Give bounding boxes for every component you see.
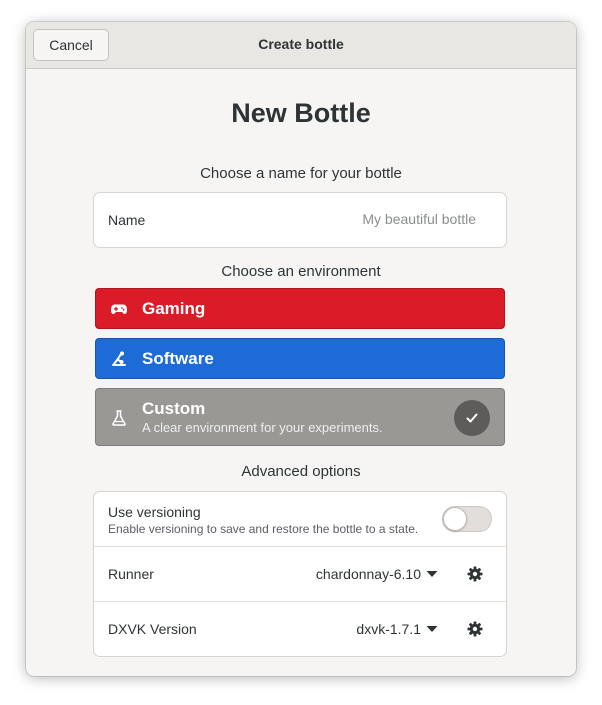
custom-subtitle: A clear environment for your experiments… (142, 420, 383, 435)
name-card: Name (93, 192, 507, 248)
dxvk-value: dxvk-1.7.1 (356, 621, 421, 637)
runner-label: Runner (108, 566, 154, 582)
flask-icon (112, 410, 126, 426)
page-title: New Bottle (231, 98, 371, 128)
environment-section-label: Choose an environment (221, 263, 381, 280)
toggle-knob (443, 507, 467, 531)
runner-gear-icon[interactable] (466, 565, 484, 583)
software-icon (112, 351, 126, 366)
window-title: Create bottle (258, 36, 344, 52)
advanced-section-label: Advanced options (241, 463, 361, 480)
dxvk-row: DXVK Version dxvk-1.7.1 (94, 602, 506, 657)
environment-custom-button[interactable]: Custom A clear environment for your expe… (95, 388, 505, 446)
software-title: Software (142, 349, 214, 368)
dxvk-dropdown[interactable]: dxvk-1.7.1 (356, 621, 438, 637)
versioning-toggle[interactable] (442, 506, 492, 532)
runner-row: Runner chardonnay-6.10 (94, 547, 506, 602)
gamepad-icon (111, 304, 127, 314)
create-bottle-dialog: Cancel Create bottle New Bottle Choose a… (26, 22, 576, 676)
environment-software-button[interactable]: Software (95, 338, 505, 379)
gaming-title: Gaming (142, 299, 206, 318)
dxvk-label: DXVK Version (108, 621, 197, 637)
selected-check-icon (454, 400, 490, 436)
versioning-row: Use versioning Enable versioning to save… (94, 492, 506, 547)
versioning-description: Enable versioning to save and restore th… (108, 522, 419, 536)
header-bar: Cancel Create bottle (26, 22, 576, 69)
name-section-label: Choose a name for your bottle (200, 165, 402, 182)
custom-title: Custom (142, 399, 206, 418)
runner-dropdown[interactable]: chardonnay-6.10 (316, 566, 438, 582)
runner-value: chardonnay-6.10 (315, 566, 421, 582)
name-label: Name (108, 212, 146, 228)
name-input[interactable] (276, 211, 476, 227)
chevron-down-icon (426, 626, 438, 632)
advanced-options-card: Use versioning Enable versioning to save… (93, 491, 507, 657)
chevron-down-icon (426, 571, 438, 577)
dxvk-gear-icon[interactable] (466, 620, 484, 638)
environment-gaming-button[interactable]: Gaming (95, 288, 505, 329)
versioning-label: Use versioning (108, 504, 201, 520)
